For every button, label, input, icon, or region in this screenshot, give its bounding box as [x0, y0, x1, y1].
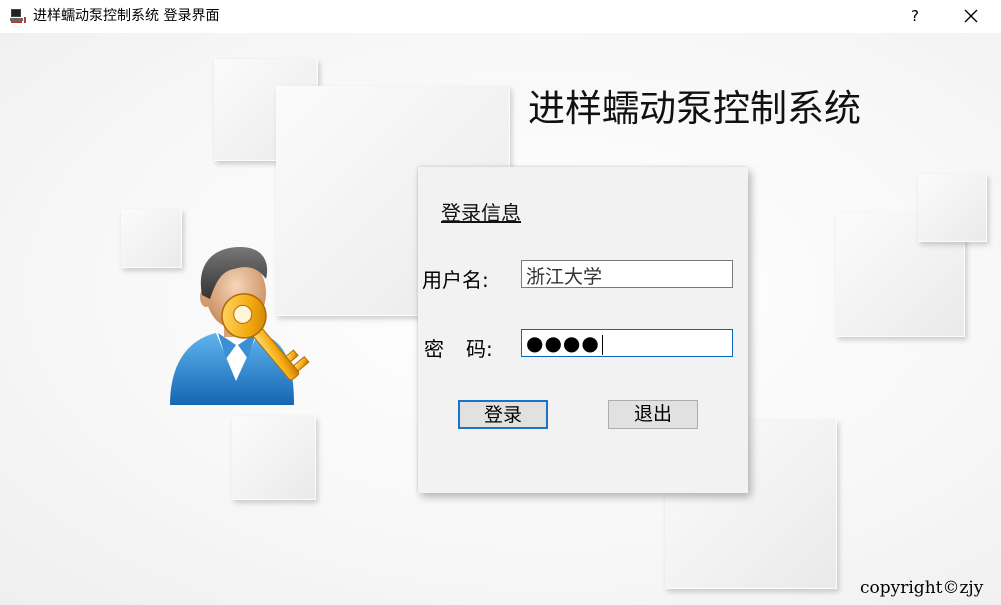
password-field[interactable]: ●●●●: [521, 329, 733, 357]
copyright-text: copyright©zjy: [860, 578, 984, 598]
app-heading: 进样蠕动泵控制系统: [528, 87, 861, 130]
help-button[interactable]: ?: [900, 2, 930, 30]
login-button[interactable]: 登录: [458, 400, 548, 429]
login-window: 进样蠕动泵控制系统 登录界面 ? 进样蠕动泵控制系统 登录信息 用户名: 浙江大…: [0, 0, 1001, 605]
computer-icon: [10, 9, 26, 23]
username-field[interactable]: 浙江大学: [521, 260, 733, 288]
password-label: 密码:: [424, 333, 493, 362]
password-value: ●●●●: [526, 331, 600, 355]
username-value: 浙江大学: [526, 266, 603, 288]
decor-tile: [232, 416, 316, 500]
login-info-title: 登录信息: [441, 201, 521, 225]
client-area: 进样蠕动泵控制系统 登录信息 用户名: 浙江大学 密 码: ●●●● 登录 退出…: [0, 33, 1001, 605]
close-icon[interactable]: [956, 2, 986, 30]
password-label-char-2: 码:: [466, 337, 493, 361]
exit-button[interactable]: 退出: [608, 400, 698, 429]
user-key-icon: [170, 247, 310, 405]
text-caret: [601, 334, 603, 355]
password-value-group: ●●●●: [526, 330, 603, 356]
decor-tile: [918, 174, 987, 242]
login-panel: 登录信息 用户名: 浙江大学 密码: ●●●● 登录 退出: [418, 167, 748, 493]
password-label-char-1: 密: [424, 337, 444, 361]
window-title: 进样蠕动泵控制系统 登录界面: [33, 8, 220, 24]
title-bar: 进样蠕动泵控制系统 登录界面 ?: [0, 0, 1001, 33]
username-label: 用户名:: [422, 268, 489, 292]
